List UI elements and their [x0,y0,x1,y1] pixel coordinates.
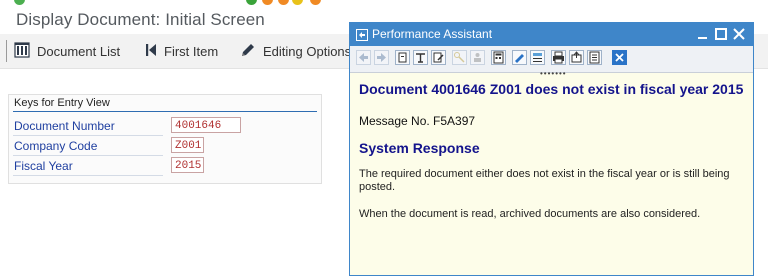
company-code-row: Company Code Z001 [13,137,317,156]
forward-arrow-icon[interactable] [374,50,389,65]
row-divider [13,155,163,156]
performance-assistant-window: Performance Assistant ••••••• Document 4… [349,22,754,276]
resize-grip-icon[interactable]: ••••••• [540,69,567,78]
document-icon[interactable] [395,50,410,65]
message-number: Message No. F5A397 [359,114,476,128]
response-paragraph-1: The required document either does not ex… [359,168,730,193]
row-divider [13,175,163,176]
status-green-icon [246,0,257,5]
editing-options-button[interactable]: Editing Options [240,40,351,62]
maximize-icon[interactable] [713,26,729,42]
section-title: System Response [359,140,480,156]
page-title: Display Document: Initial Screen [16,10,265,29]
user-icon[interactable] [470,50,485,65]
edit-document-icon[interactable] [431,50,446,65]
toolbar-separator [6,40,7,62]
export-icon[interactable] [569,50,584,65]
panel-header: Keys for Entry View [13,97,317,112]
document-list-label: Document List [37,43,121,59]
company-code-label: Company Code [14,139,98,153]
technical-info-icon[interactable] [413,50,428,65]
response-paragraph-2: When the document is read, archived docu… [359,208,701,220]
window-title: Performance Assistant [372,27,493,41]
print-icon[interactable] [551,50,566,65]
highlight-icon[interactable] [512,50,527,65]
status-yellow-icon [292,0,303,5]
help-window-icon [356,28,368,46]
row-divider [13,135,163,136]
key-icon[interactable] [452,50,467,65]
company-code-field[interactable]: Z001 [171,137,204,153]
document-number-label: Document Number [14,119,115,133]
document-list-button[interactable]: Document List [14,40,120,62]
close-icon[interactable] [731,26,747,42]
status-orange-icon [262,0,273,5]
fiscal-year-label: Fiscal Year [14,159,73,173]
notes-icon[interactable] [587,50,602,65]
calculator-icon[interactable] [491,50,506,65]
close-help-icon[interactable] [612,50,627,65]
first-item-label: First Item [164,43,219,59]
minimize-icon[interactable] [695,26,711,42]
document-number-row: Document Number 4001646 [13,117,317,136]
document-number-field[interactable]: 4001646 [171,117,241,133]
editing-options-label: Editing Options [263,43,352,59]
document-list-icon [14,41,30,61]
status-orange-icon [310,0,321,5]
fiscal-year-row: Fiscal Year 2015 [13,157,317,176]
pencil-icon [240,42,256,61]
fiscal-year-field[interactable]: 2015 [171,157,204,173]
status-orange-icon [278,0,289,5]
window-titlebar[interactable]: Performance Assistant [350,23,753,46]
back-arrow-icon[interactable] [356,50,371,65]
first-item-button[interactable]: First Item [145,40,218,62]
panel-title: Keys for Entry View [14,97,110,109]
settings-list-icon[interactable] [530,50,545,65]
status-green-icon [14,0,25,5]
first-item-icon [145,43,157,60]
keys-for-entry-view-panel: Keys for Entry View Document Number 4001… [8,94,322,184]
message-heading: Document 4001646 Z001 does not exist in … [359,81,744,97]
